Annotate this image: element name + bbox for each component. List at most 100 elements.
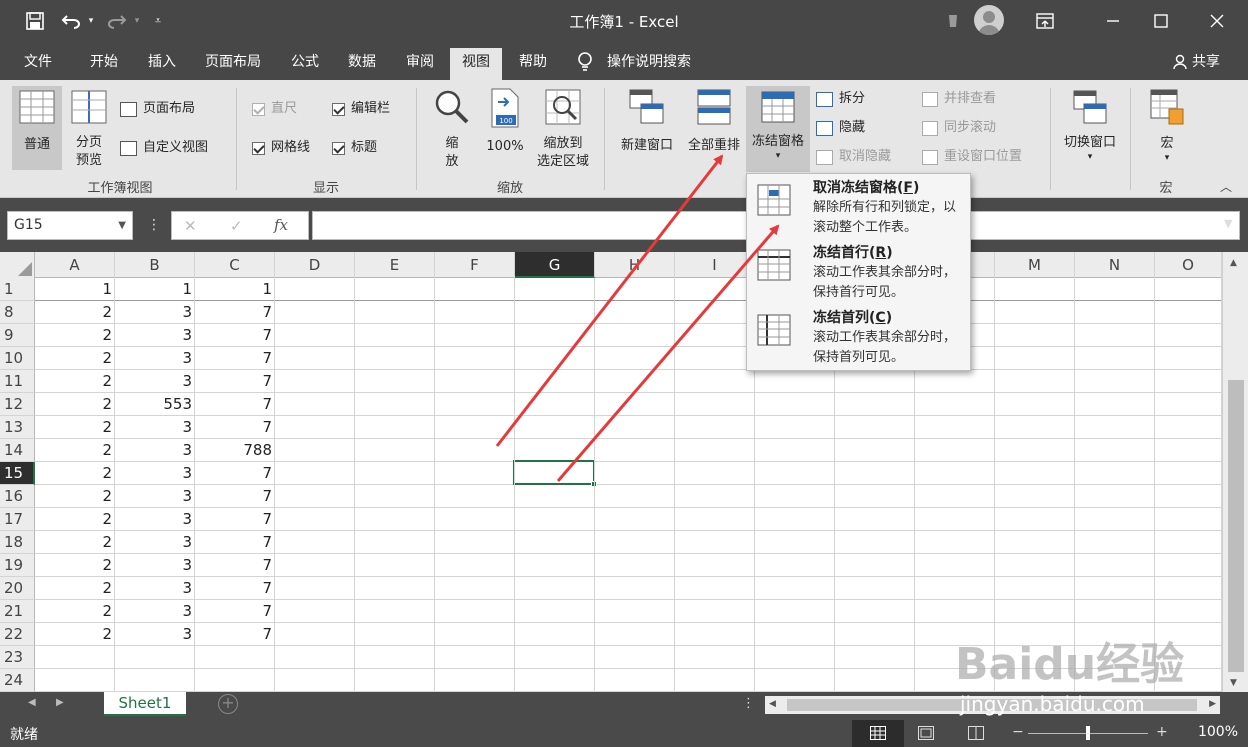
column-header-n[interactable]: N	[1075, 252, 1155, 278]
zoom-button[interactable]: 缩 放	[428, 86, 476, 170]
row-header-12[interactable]: 12	[0, 393, 35, 416]
arrange-all-button[interactable]: 全部重排	[682, 86, 746, 170]
tab-review[interactable]: 审阅	[394, 48, 446, 80]
cell-a20[interactable]: 2	[35, 577, 115, 600]
cell-b14[interactable]: 3	[115, 439, 195, 462]
zoom-slider-thumb[interactable]	[1086, 726, 1090, 740]
cell-c9[interactable]: 7	[195, 324, 275, 347]
cell-c20[interactable]: 7	[195, 577, 275, 600]
normal-view-status-button[interactable]	[852, 720, 904, 747]
macros-button[interactable]: 宏 ▾	[1140, 86, 1194, 170]
zoom-to-selection-button[interactable]: 缩放到 选定区域	[530, 86, 596, 170]
select-all-button[interactable]	[0, 252, 35, 278]
view-side-by-side-button[interactable]: 并排查看	[922, 88, 996, 110]
add-sheet-icon[interactable]: +	[218, 694, 238, 714]
cell-a8[interactable]: 2	[35, 301, 115, 324]
row-header-11[interactable]: 11	[0, 370, 35, 393]
tab-splitter-icon[interactable]: ⋮	[742, 696, 755, 711]
cell-c21[interactable]: 7	[195, 600, 275, 623]
tab-help[interactable]: 帮助	[506, 48, 560, 80]
cancel-icon[interactable]: ✕	[184, 217, 197, 235]
column-header-m[interactable]: M	[995, 252, 1075, 278]
synchronous-scrolling-button[interactable]: 同步滚动	[922, 117, 996, 139]
column-header-b[interactable]: B	[115, 252, 195, 278]
cell-c12[interactable]: 7	[195, 393, 275, 416]
unfreeze-panes-item[interactable]: 取消冻结窗格(F) 解除所有行和列锁定，以滚动整个工作表。	[747, 174, 970, 238]
row-header-14[interactable]: 14	[0, 439, 35, 462]
vertical-scroll-thumb[interactable]	[1228, 380, 1244, 672]
cell-b23[interactable]	[115, 646, 195, 669]
cell-a10[interactable]: 2	[35, 347, 115, 370]
cell-a17[interactable]: 2	[35, 508, 115, 531]
tab-page-layout[interactable]: 页面布局	[194, 48, 272, 80]
row-header-15[interactable]: 15	[0, 462, 35, 485]
cell-a23[interactable]	[35, 646, 115, 669]
cell-c17[interactable]: 7	[195, 508, 275, 531]
column-header-g[interactable]: G	[515, 252, 595, 278]
tab-file[interactable]: 文件	[12, 48, 64, 80]
sheet-tab-sheet1[interactable]: Sheet1	[104, 692, 186, 716]
column-header-i[interactable]: I	[675, 252, 755, 278]
scroll-right-icon[interactable]: ▶	[1209, 699, 1216, 709]
cell-c16[interactable]: 7	[195, 485, 275, 508]
gridlines-checkbox[interactable]: 网格线	[252, 137, 310, 159]
cell-a12[interactable]: 2	[35, 393, 115, 416]
row-header-23[interactable]: 23	[0, 646, 35, 669]
row-header-17[interactable]: 17	[0, 508, 35, 531]
cell-a21[interactable]: 2	[35, 600, 115, 623]
horizontal-scroll-thumb[interactable]	[787, 699, 1197, 711]
tab-view[interactable]: 视图	[450, 48, 502, 80]
cell-b10[interactable]: 3	[115, 347, 195, 370]
cell-c13[interactable]: 7	[195, 416, 275, 439]
cell-c14[interactable]: 788	[195, 439, 275, 462]
zoom-in-icon[interactable]: +	[1156, 724, 1168, 740]
hide-button[interactable]: 隐藏	[816, 117, 865, 139]
cell-c15[interactable]: 7	[195, 462, 275, 485]
column-header-a[interactable]: A	[35, 252, 115, 278]
pen-icon[interactable]	[940, 8, 966, 34]
scroll-left-icon[interactable]: ◀	[769, 699, 776, 709]
scroll-down-icon[interactable]: ▼	[1230, 678, 1237, 688]
minimize-icon[interactable]	[1090, 0, 1136, 42]
row-header-13[interactable]: 13	[0, 416, 35, 439]
enter-icon[interactable]: ✓	[230, 217, 243, 235]
split-button[interactable]: 拆分	[816, 88, 865, 110]
normal-view-button[interactable]: 普通	[12, 86, 62, 170]
cell-b1[interactable]: 1	[115, 278, 195, 301]
cell-b18[interactable]: 3	[115, 531, 195, 554]
cell-b12[interactable]: 553	[115, 393, 195, 416]
ruler-checkbox[interactable]: 直尺	[252, 98, 297, 120]
cell-c24[interactable]	[195, 669, 275, 692]
cell-a9[interactable]: 2	[35, 324, 115, 347]
page-layout-status-icon[interactable]	[918, 726, 934, 744]
zoom-100-button[interactable]: 100 100%	[482, 86, 528, 170]
row-header-10[interactable]: 10	[0, 347, 35, 370]
tell-me-search[interactable]: 操作说明搜索	[577, 48, 691, 76]
avatar[interactable]	[974, 5, 1004, 35]
vertical-scrollbar[interactable]: ▲ ▼	[1222, 252, 1248, 692]
freeze-top-row-item[interactable]: 冻结首行(R) 滚动工作表其余部分时，保持首行可见。	[747, 239, 970, 303]
cell-c11[interactable]: 7	[195, 370, 275, 393]
unhide-button[interactable]: 取消隐藏	[816, 146, 891, 168]
cell-b11[interactable]: 3	[115, 370, 195, 393]
more-options-icon[interactable]: ⋮	[147, 217, 161, 233]
row-header-18[interactable]: 18	[0, 531, 35, 554]
collapse-ribbon-icon[interactable]: ︿	[1220, 178, 1232, 195]
cell-b22[interactable]: 3	[115, 623, 195, 646]
tab-insert[interactable]: 插入	[134, 48, 190, 80]
next-sheet-icon[interactable]: ▶	[56, 697, 64, 708]
selected-cell-g15[interactable]	[513, 460, 597, 487]
formula-bar-checkbox[interactable]: 编辑栏	[332, 98, 390, 120]
cell-c23[interactable]	[195, 646, 275, 669]
cell-a1[interactable]: 1	[35, 278, 115, 301]
custom-views-button[interactable]: 自定义视图	[120, 137, 208, 159]
cell-a14[interactable]: 2	[35, 439, 115, 462]
prev-sheet-icon[interactable]: ◀	[28, 697, 36, 708]
page-layout-view-button[interactable]: 页面布局	[120, 98, 195, 120]
row-header-9[interactable]: 9	[0, 324, 35, 347]
close-icon[interactable]	[1194, 0, 1240, 42]
insert-function-icon[interactable]: fx	[274, 216, 288, 234]
row-header-20[interactable]: 20	[0, 577, 35, 600]
cell-b16[interactable]: 3	[115, 485, 195, 508]
row-header-1[interactable]: 1	[0, 278, 35, 301]
